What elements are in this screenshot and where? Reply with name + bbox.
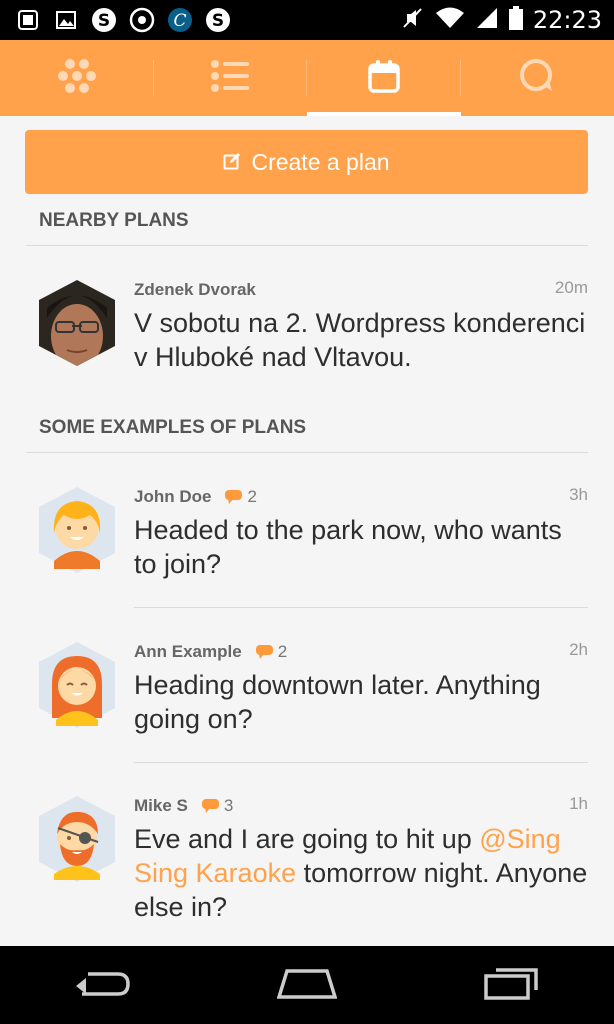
comment-count-value: 3: [223, 796, 234, 815]
divider: [134, 762, 588, 763]
mute-icon: [401, 6, 425, 35]
author-name: Zdenek Dvorak: [134, 280, 256, 299]
plan-item[interactable]: Zdenek Dvorak 20m V sobotu na 2. Wordpre…: [26, 278, 588, 378]
timestamp: 3h: [569, 485, 588, 504]
author-name: John Doe: [134, 487, 212, 506]
tab-plans[interactable]: [307, 40, 461, 116]
notification-icons: S C S: [14, 6, 232, 34]
plan-item[interactable]: Mike S 3 1h Eve and I are going to hit u…: [26, 794, 588, 924]
plan-item[interactable]: John Doe 2 3h Headed to the park now, wh…: [26, 485, 588, 585]
comment-count-value: 2: [247, 487, 257, 506]
author-name: Ann Example: [134, 642, 242, 661]
plan-meta: Mike S 3: [134, 794, 588, 818]
plan-message: Headed to the park now, who wants to joi…: [134, 515, 562, 579]
picture-icon: [52, 6, 80, 34]
comment-icon: [255, 645, 273, 659]
sim-card-icon: [14, 6, 42, 34]
wifi-icon: [435, 6, 465, 35]
create-plan-label: Create a plan: [251, 148, 390, 175]
plan-message: Eve and I are going to hit up @Sing Sing…: [134, 822, 588, 924]
status-bar: S C S 22:23: [0, 0, 614, 40]
system-indicators: 22:23: [401, 5, 602, 35]
s-app-icon: S: [204, 6, 232, 34]
message-text: Eve and I are going to hit up: [134, 824, 480, 854]
tab-chat[interactable]: [461, 40, 614, 116]
circle-dot-icon: [128, 6, 156, 34]
plan-item[interactable]: Ann Example 2 2h Heading downtown later.…: [26, 640, 588, 740]
tab-list[interactable]: [154, 40, 307, 116]
divider: [134, 607, 588, 608]
plan-meta: Ann Example 2: [134, 640, 588, 664]
plan-meta: Zdenek Dvorak: [134, 278, 588, 302]
c-app-icon: C: [166, 6, 194, 34]
comment-icon: [225, 490, 243, 504]
hexagons-icon: [57, 58, 96, 99]
avatar-pirate: [32, 794, 122, 884]
plan-meta: John Doe 2: [134, 485, 588, 509]
author-name: Mike S: [134, 796, 188, 815]
comment-icon: [201, 799, 219, 813]
plan-message: Heading downtown later. Anything going o…: [134, 670, 541, 734]
tab-groups[interactable]: [0, 40, 154, 116]
svg-text:C: C: [173, 11, 186, 31]
avatar-woman: [32, 640, 122, 730]
timestamp: 2h: [569, 640, 588, 659]
avatar-photo: [32, 278, 122, 368]
plan-message: V sobotu na 2. Wordpress konderenci v Hl…: [134, 308, 586, 372]
svg-text:S: S: [212, 11, 224, 31]
tab-bar: [0, 40, 614, 116]
navigation-bar: [0, 946, 614, 1024]
s-app-icon: S: [90, 6, 118, 34]
edit-icon: [223, 149, 241, 176]
comment-count: 2: [255, 642, 288, 662]
timestamp: 20m: [554, 278, 588, 297]
create-plan-button[interactable]: Create a plan: [25, 130, 588, 194]
list-icon: [211, 59, 250, 97]
chat-bubble-icon: [519, 58, 555, 99]
timestamp: 1h: [569, 794, 588, 813]
calendar-icon: [367, 59, 401, 98]
signal-icon: [475, 6, 499, 35]
comment-count-value: 2: [277, 642, 288, 661]
comment-count: 3: [201, 796, 234, 816]
clock: 22:23: [532, 6, 602, 34]
back-icon[interactable]: [74, 966, 130, 1005]
section-header-examples: SOME EXAMPLES OF PLANS: [26, 403, 588, 453]
comment-count: 2: [225, 487, 257, 507]
home-icon[interactable]: [276, 967, 338, 1004]
battery-icon: [508, 5, 523, 35]
svg-text:S: S: [98, 11, 110, 31]
avatar-girl: [32, 485, 122, 575]
section-header-nearby: NEARBY PLANS: [26, 196, 588, 246]
recent-apps-icon[interactable]: [484, 966, 540, 1005]
